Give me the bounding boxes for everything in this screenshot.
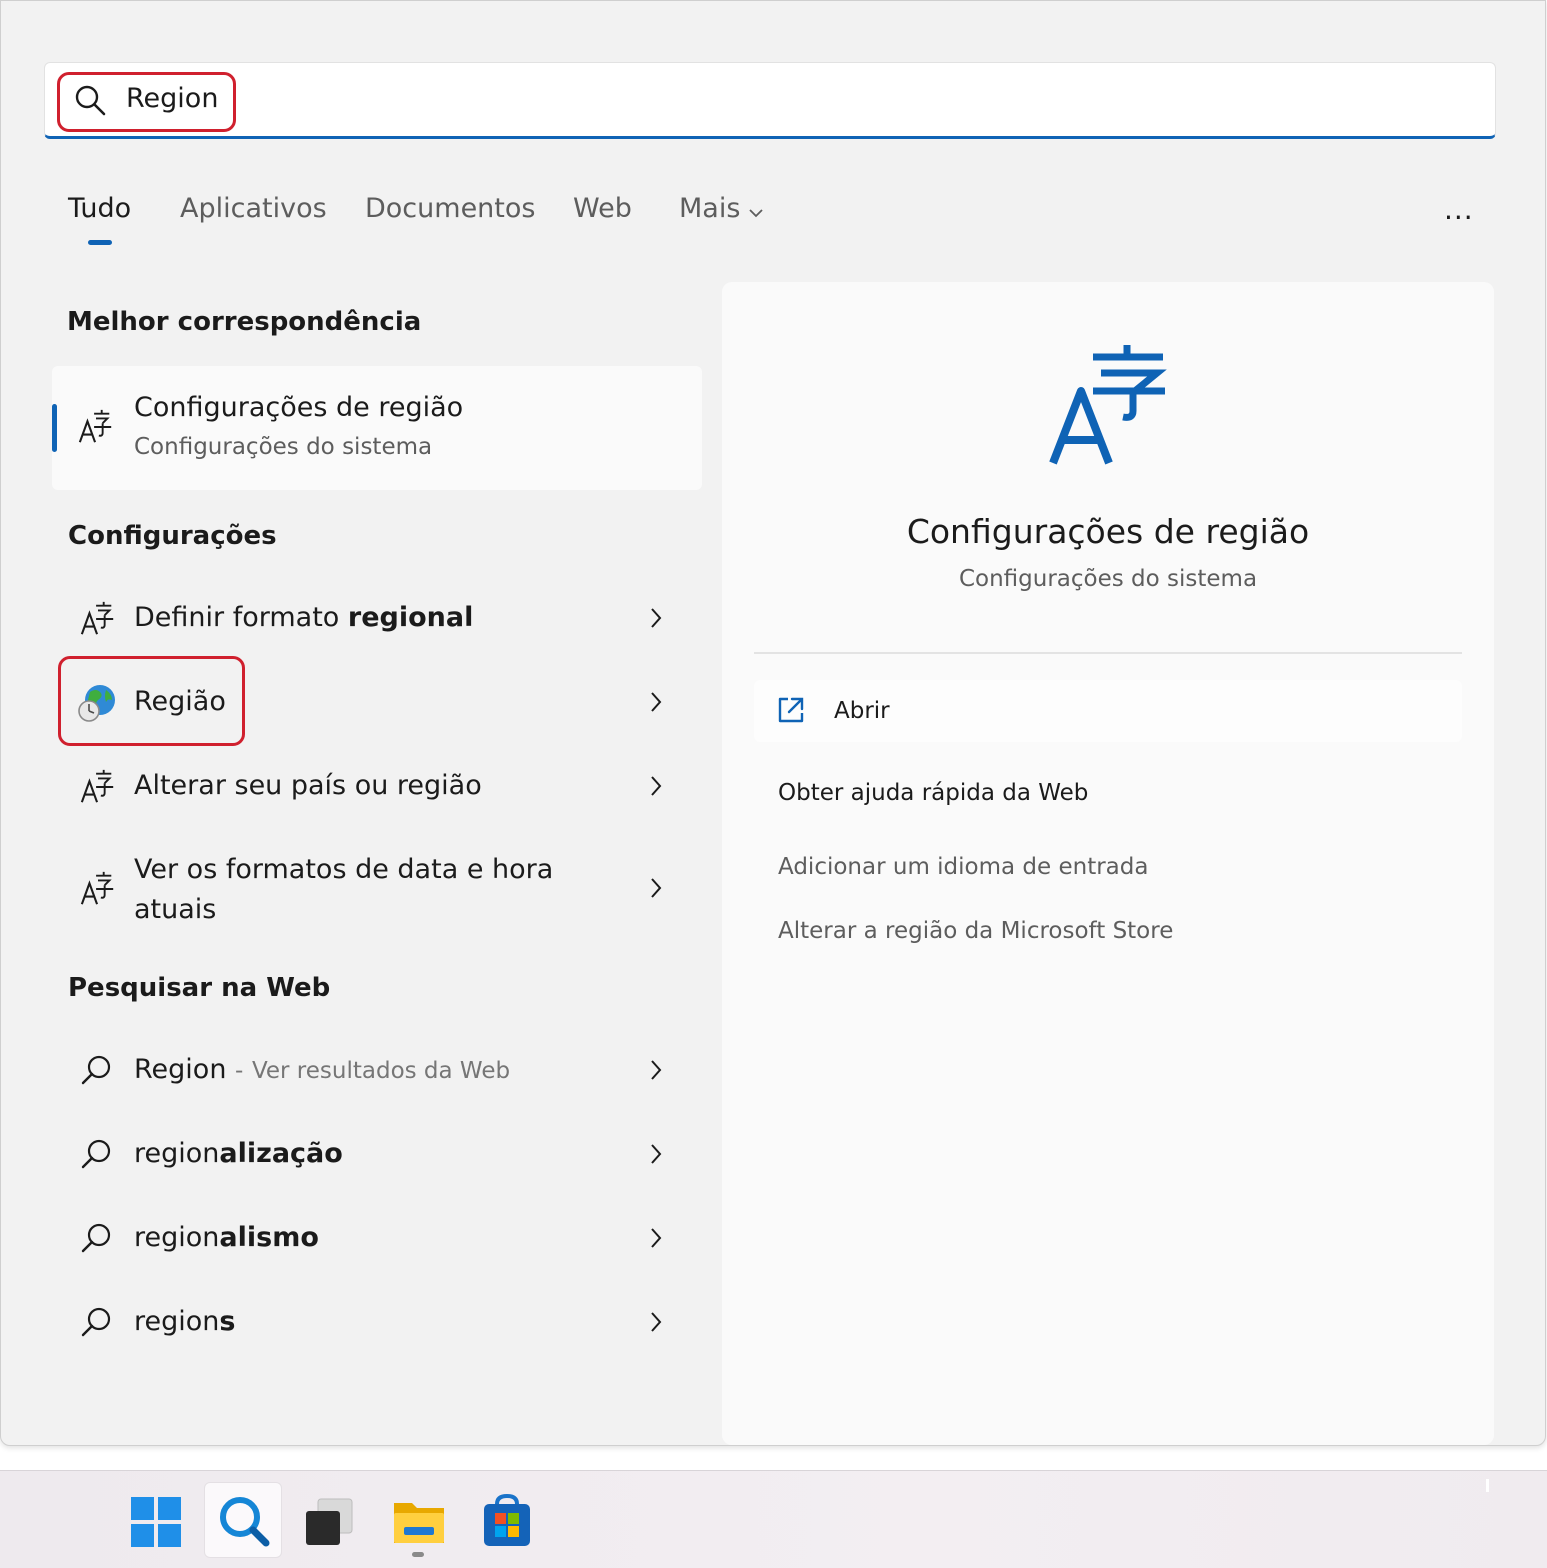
- open-external-icon: [778, 697, 804, 723]
- search-icon: [81, 1055, 111, 1085]
- microsoft-store-icon[interactable]: [478, 1492, 536, 1550]
- best-match-heading: Melhor correspondência: [67, 307, 422, 337]
- chevron-down-icon: [749, 209, 763, 218]
- language-settings-icon: [80, 601, 114, 635]
- active-tab-indicator: [88, 240, 112, 245]
- search-icon: [81, 1223, 111, 1253]
- chevron-right-icon: [651, 1144, 662, 1164]
- search-highlight-annotation: [57, 72, 236, 132]
- details-divider: [754, 652, 1462, 654]
- settings-item-label: Definir formato regional: [134, 602, 474, 633]
- file-explorer-icon[interactable]: [390, 1493, 448, 1551]
- search-icon: [81, 1139, 111, 1169]
- tab-documents[interactable]: Documentos: [365, 193, 535, 224]
- link-add-input-language[interactable]: Adicionar um idioma de entrada: [778, 854, 1148, 880]
- search-icon[interactable]: [214, 1491, 272, 1549]
- chevron-right-icon: [651, 1060, 662, 1080]
- tab-web[interactable]: Web: [573, 193, 632, 224]
- settings-heading: Configurações: [68, 521, 277, 551]
- web-search-heading: Pesquisar na Web: [68, 973, 331, 1003]
- quick-help-heading[interactable]: Obter ajuda rápida da Web: [778, 780, 1088, 806]
- search-input[interactable]: [44, 62, 1496, 139]
- details-subtitle: Configurações do sistema: [958, 566, 1258, 592]
- taskbar-edge-mark: [1486, 1479, 1489, 1492]
- tab-more[interactable]: Mais: [679, 193, 740, 224]
- chevron-right-icon: [651, 608, 662, 628]
- language-settings-icon: [78, 409, 112, 443]
- tab-apps[interactable]: Aplicativos: [180, 193, 327, 224]
- details-title: Configurações de região: [906, 512, 1310, 551]
- best-match-title: Configurações de região: [134, 392, 464, 423]
- best-match-card[interactable]: [52, 366, 702, 490]
- more-options-button[interactable]: ...: [1444, 193, 1474, 226]
- web-result-label: regions: [134, 1306, 236, 1337]
- link-change-store-region[interactable]: Alterar a região da Microsoft Store: [778, 918, 1173, 944]
- windows-start-icon[interactable]: [127, 1493, 185, 1551]
- chevron-right-icon: [651, 878, 662, 898]
- best-match-subtitle: Configurações do sistema: [134, 434, 433, 460]
- language-settings-icon: [80, 871, 114, 905]
- web-result-label: regionalismo: [134, 1222, 319, 1253]
- task-view-icon[interactable]: [300, 1493, 358, 1551]
- chevron-right-icon: [651, 692, 662, 712]
- settings-item-label-line2: atuais: [134, 894, 217, 925]
- language-settings-icon: [1049, 345, 1167, 465]
- chevron-right-icon: [651, 1228, 662, 1248]
- chevron-right-icon: [651, 1312, 662, 1332]
- settings-item-label-line1: Ver os formatos de data e hora: [134, 854, 554, 885]
- search-icon: [81, 1307, 111, 1337]
- language-settings-icon: [80, 769, 114, 803]
- chevron-right-icon: [651, 776, 662, 796]
- web-result-label: regionalização: [134, 1138, 343, 1169]
- web-result-label: Region - Ver resultados da Web: [134, 1054, 511, 1085]
- region-highlight-annotation: [58, 656, 245, 746]
- selection-indicator: [52, 404, 57, 452]
- running-indicator: [412, 1552, 424, 1557]
- open-label: Abrir: [834, 698, 890, 724]
- tab-all[interactable]: Tudo: [68, 193, 131, 224]
- settings-item-label: Alterar seu país ou região: [134, 770, 482, 801]
